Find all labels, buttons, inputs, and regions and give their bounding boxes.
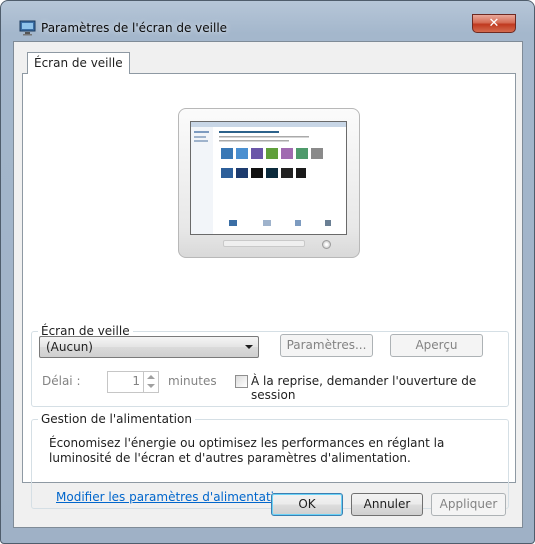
desktop-thumbnail (191, 122, 346, 234)
window-title: Paramètres de l'écran de veille (41, 21, 228, 35)
chevron-down-icon (245, 345, 253, 349)
monitor-preview (178, 108, 360, 258)
preview-button[interactable]: Aperçu (390, 334, 483, 357)
monitor-stand (223, 240, 305, 247)
delay-label: Délai : (42, 374, 81, 388)
screensaver-select-value: (Aucun) (46, 340, 93, 354)
power-led-icon (322, 240, 331, 249)
tab-panel: Écran de veille (Aucun) Paramètres... Ap… (22, 73, 516, 509)
minutes-label: minutes (168, 374, 217, 388)
delay-value: 1 (132, 374, 140, 388)
power-description: Économisez l'énergie ou optimisez les pe… (49, 436, 445, 465)
power-settings-link[interactable]: Modifier les paramètres d'alimentation (56, 490, 289, 504)
dialog-client-area: Écran de veille Écran de veille (Aucun) … (13, 41, 523, 528)
ok-button[interactable]: OK (271, 493, 343, 516)
settings-button[interactable]: Paramètres... (280, 334, 373, 357)
screensaver-app-icon (19, 20, 36, 36)
dialog-window: Paramètres de l'écran de veille ✕ Écran … (0, 0, 535, 544)
cancel-button[interactable]: Annuler (351, 493, 423, 516)
delay-stepper[interactable]: 1 (107, 371, 159, 393)
close-icon: ✕ (488, 16, 500, 31)
close-button[interactable]: ✕ (472, 14, 516, 33)
arrow-down-icon[interactable] (147, 384, 155, 388)
power-group-label: Gestion de l'alimentation (38, 412, 195, 427)
stepper-buttons[interactable] (143, 372, 158, 392)
preview-screen (190, 121, 347, 235)
resume-logon-checkbox[interactable] (235, 375, 248, 388)
arrow-up-icon[interactable] (147, 375, 155, 379)
tab-screensaver[interactable]: Écran de veille (27, 52, 130, 74)
apply-button[interactable]: Appliquer (431, 493, 506, 516)
title-bar[interactable]: Paramètres de l'écran de veille ✕ (1, 1, 534, 36)
resume-logon-label[interactable]: À la reprise, demander l'ouverture de se… (251, 374, 515, 402)
screensaver-select[interactable]: (Aucun) (39, 336, 259, 358)
